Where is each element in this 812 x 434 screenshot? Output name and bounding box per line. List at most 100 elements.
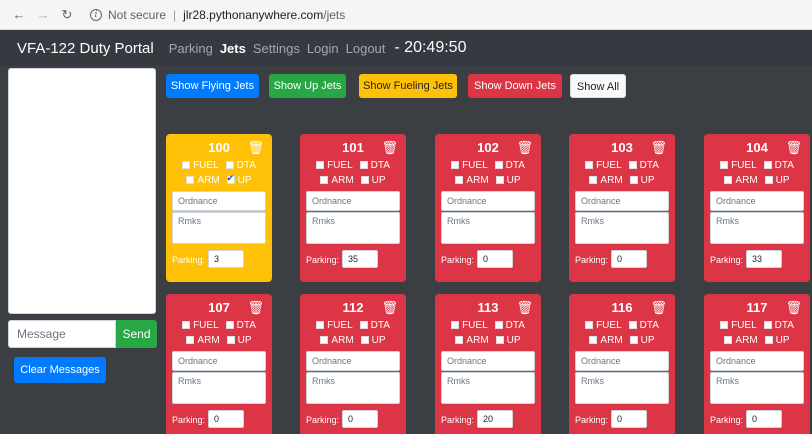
dta-checkbox[interactable] (225, 161, 234, 169)
dta-checkbox[interactable] (494, 321, 503, 329)
info-icon[interactable]: i (90, 8, 102, 21)
nav-parking[interactable]: Parking (169, 41, 213, 56)
fuel-checkbox[interactable] (451, 161, 460, 169)
fuel-checkbox[interactable] (316, 321, 325, 329)
parking-input[interactable] (208, 250, 244, 268)
remarks-textarea[interactable] (710, 372, 804, 404)
ordnance-input[interactable] (306, 191, 400, 211)
parking-input[interactable] (746, 410, 782, 428)
fuel-checkbox[interactable] (451, 321, 460, 329)
up-checkbox[interactable] (495, 176, 504, 184)
trash-icon[interactable]: 🗑 (247, 140, 264, 156)
dta-checkbox[interactable] (359, 321, 368, 329)
dta-checkbox[interactable] (494, 161, 503, 169)
clear-messages-button[interactable]: Clear Messages (14, 357, 106, 383)
fuel-checkbox[interactable] (720, 161, 729, 169)
send-button[interactable]: Send (116, 320, 157, 348)
arm-checkbox[interactable] (724, 336, 733, 344)
show-up-jets-button[interactable]: Show Up Jets (269, 74, 346, 98)
back-arrow-icon[interactable]: ← (10, 7, 28, 22)
up-checkbox[interactable] (764, 176, 773, 184)
dta-checkbox[interactable] (763, 321, 772, 329)
forward-arrow-icon[interactable]: → (34, 7, 52, 22)
remarks-textarea[interactable] (441, 212, 535, 244)
dta-checkbox[interactable] (359, 161, 368, 169)
show-fueling-jets-button[interactable]: Show Fueling Jets (359, 74, 457, 98)
trash-icon[interactable]: 🗑 (650, 300, 667, 316)
fuel-checkbox[interactable] (585, 161, 594, 169)
ordnance-input[interactable] (575, 351, 669, 371)
trash-icon[interactable]: 🗑 (381, 300, 398, 316)
remarks-textarea[interactable] (575, 212, 669, 244)
fuel-checkbox[interactable] (182, 321, 191, 329)
up-checkbox[interactable] (226, 173, 235, 184)
remarks-textarea[interactable] (306, 372, 400, 404)
parking-input[interactable] (611, 410, 647, 428)
up-checkbox[interactable] (226, 336, 235, 344)
parking-input[interactable] (342, 250, 378, 268)
trash-icon[interactable]: 🗑 (516, 300, 533, 316)
remarks-textarea[interactable] (172, 372, 266, 404)
fuel-checkbox[interactable] (316, 161, 325, 169)
trash-icon[interactable]: 🗑 (516, 140, 533, 156)
ordnance-input[interactable] (172, 351, 266, 371)
dta-checkbox[interactable] (628, 161, 637, 169)
remarks-textarea[interactable] (710, 212, 804, 244)
parking-input[interactable] (477, 410, 513, 428)
arm-checkbox[interactable] (320, 336, 329, 344)
ordnance-input[interactable] (441, 351, 535, 371)
remarks-textarea[interactable] (575, 372, 669, 404)
address-bar[interactable]: i Not secure | jlr28.pythonanywhere.com /… (90, 8, 345, 22)
up-checkbox[interactable] (495, 336, 504, 344)
fuel-checkbox[interactable] (182, 161, 191, 169)
up-checkbox[interactable] (629, 176, 638, 184)
fuel-checkbox[interactable] (585, 321, 594, 329)
trash-icon[interactable]: 🗑 (650, 140, 667, 156)
up-checkbox[interactable] (629, 336, 638, 344)
ordnance-input[interactable] (710, 191, 804, 211)
show-flying-jets-button[interactable]: Show Flying Jets (166, 74, 259, 98)
ordnance-input[interactable] (575, 191, 669, 211)
remarks-textarea[interactable] (441, 372, 535, 404)
arm-checkbox[interactable] (320, 176, 329, 184)
trash-icon[interactable]: 🗑 (785, 300, 802, 316)
nav-logout[interactable]: Logout (346, 41, 386, 56)
arm-checkbox[interactable] (589, 336, 598, 344)
parking-input[interactable] (342, 410, 378, 428)
arm-checkbox[interactable] (589, 176, 598, 184)
dta-checkbox[interactable] (763, 161, 772, 169)
trash-icon[interactable]: 🗑 (247, 300, 264, 316)
reload-icon[interactable]: ↻ (58, 7, 76, 23)
arm-checkbox[interactable] (455, 176, 464, 184)
parking-input[interactable] (746, 250, 782, 268)
ordnance-input[interactable] (441, 191, 535, 211)
message-input[interactable] (8, 320, 116, 348)
remarks-textarea[interactable] (172, 212, 266, 244)
up-checkbox[interactable] (360, 336, 369, 344)
dta-checkbox[interactable] (628, 321, 637, 329)
show-down-jets-button[interactable]: Show Down Jets (468, 74, 562, 98)
dta-checkbox[interactable] (225, 321, 234, 329)
nav-jets[interactable]: Jets (220, 41, 246, 56)
remarks-textarea[interactable] (306, 212, 400, 244)
parking-input[interactable] (611, 250, 647, 268)
ordnance-input[interactable] (710, 351, 804, 371)
arm-checkbox[interactable] (186, 336, 195, 344)
brand-title[interactable]: VFA-122 Duty Portal (17, 40, 154, 57)
trash-icon[interactable]: 🗑 (785, 140, 802, 156)
arm-checkbox[interactable] (186, 176, 195, 184)
arm-checkbox[interactable] (724, 176, 733, 184)
nav-login[interactable]: Login (307, 41, 339, 56)
show-all-button[interactable]: Show All (570, 74, 626, 98)
nav-settings[interactable]: Settings (253, 41, 300, 56)
parking-input[interactable] (477, 250, 513, 268)
trash-icon[interactable]: 🗑 (381, 140, 398, 156)
up-checkbox[interactable] (360, 176, 369, 184)
up-checkbox[interactable] (764, 336, 773, 344)
fuel-checkbox[interactable] (720, 321, 729, 329)
ordnance-input[interactable] (306, 351, 400, 371)
ordnance-input[interactable] (172, 191, 266, 211)
message-log[interactable] (8, 68, 156, 314)
parking-input[interactable] (208, 410, 244, 428)
arm-checkbox[interactable] (455, 336, 464, 344)
